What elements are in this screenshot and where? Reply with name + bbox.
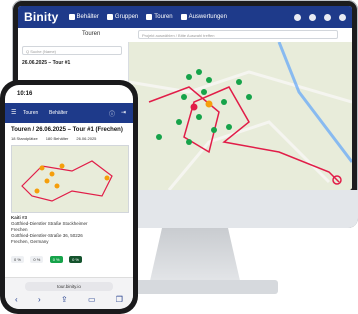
fill-tag: 0 % xyxy=(30,256,44,263)
mobile-map[interactable] xyxy=(11,145,129,213)
phone-screen: 10:16 ☰ Touren Behälter ⓘ ⇥ Touren / 26.… xyxy=(5,85,133,309)
notification-icon[interactable] xyxy=(294,13,301,21)
nav-behaelter[interactable]: Behälter xyxy=(68,14,99,20)
fill-tag: 0 % xyxy=(11,256,24,263)
user-icon[interactable] xyxy=(339,13,346,21)
app-header: Binity Behälter Gruppen Touren Auswertun… xyxy=(18,6,352,28)
browser-bar: tour.binity.io ‹ › ⇪ ▭ ❐ xyxy=(5,277,133,309)
fill-tag: 0 % xyxy=(69,256,82,263)
map-svg xyxy=(129,42,352,190)
forward-icon[interactable]: › xyxy=(38,295,41,304)
url-field[interactable]: tour.binity.io xyxy=(25,282,113,291)
nav-touren[interactable]: Touren xyxy=(146,14,173,20)
bin-icon xyxy=(68,14,75,20)
exit-icon[interactable]: ⇥ xyxy=(121,109,126,116)
route-list-item[interactable]: 26.06.2025 – Tour #1 xyxy=(22,60,70,66)
search-input[interactable]: Q Suche (Name) xyxy=(22,46,122,55)
toolbar: Touren Projekt auswählen / Bitte Auswahl… xyxy=(18,28,352,43)
nav-behaelter-mobile[interactable]: Behälter xyxy=(49,110,68,116)
menu-icon[interactable]: ☰ xyxy=(11,109,16,116)
group-icon xyxy=(106,14,113,20)
status-time: 10:16 xyxy=(17,91,33,97)
header-actions xyxy=(294,13,346,21)
help-icon[interactable] xyxy=(324,13,331,21)
project-select[interactable]: Projekt auswählen / Bitte Auswahl treffe… xyxy=(138,30,338,39)
route-icon xyxy=(146,14,153,20)
route-map[interactable] xyxy=(129,42,352,190)
route-meta: 18 Standplätze 180 Behälter 26.06.2025 xyxy=(11,136,96,141)
monitor-stand xyxy=(148,228,242,286)
stop-card[interactable]: Kaiti #3 Gottfried-Dierstler Straße Stoc… xyxy=(11,215,127,275)
stop-line-4: Frechen, Germany xyxy=(11,239,49,244)
info-icon[interactable]: ⓘ xyxy=(109,109,115,118)
nav-auswertungen[interactable]: Auswertungen xyxy=(180,14,227,20)
fill-tag: 0 % xyxy=(49,256,63,263)
nav-gruppen[interactable]: Gruppen xyxy=(106,14,138,20)
page-title: Touren / 26.06.2025 – Tour #1 (Frechen) xyxy=(11,127,123,133)
tabs-icon[interactable]: ❐ xyxy=(116,295,123,304)
mobile-map-svg xyxy=(12,146,128,212)
toolbar-title: Touren xyxy=(82,31,101,37)
share-icon[interactable]: ⇪ xyxy=(61,295,68,304)
meta-date: 26.06.2025 xyxy=(76,136,97,141)
meta-behaelter: 180 Behälter xyxy=(45,136,69,141)
brand-logo: Binity xyxy=(24,10,59,24)
back-icon[interactable]: ‹ xyxy=(15,295,18,304)
meta-standplaetze: 18 Standplätze xyxy=(11,136,38,141)
phone-appbar: ☰ Touren Behälter ⓘ ⇥ xyxy=(5,103,133,123)
settings-icon[interactable] xyxy=(309,13,316,21)
phone-device: 10:16 ☰ Touren Behälter ⓘ ⇥ Touren / 26.… xyxy=(0,80,138,314)
fill-tags: 0 % 0 % 0 % 0 % xyxy=(11,248,127,266)
bookmarks-icon[interactable]: ▭ xyxy=(88,295,96,304)
nav-touren-mobile[interactable]: Touren xyxy=(23,110,38,116)
browser-nav: ‹ › ⇪ ▭ ❐ xyxy=(15,294,123,304)
chart-icon xyxy=(180,14,187,20)
